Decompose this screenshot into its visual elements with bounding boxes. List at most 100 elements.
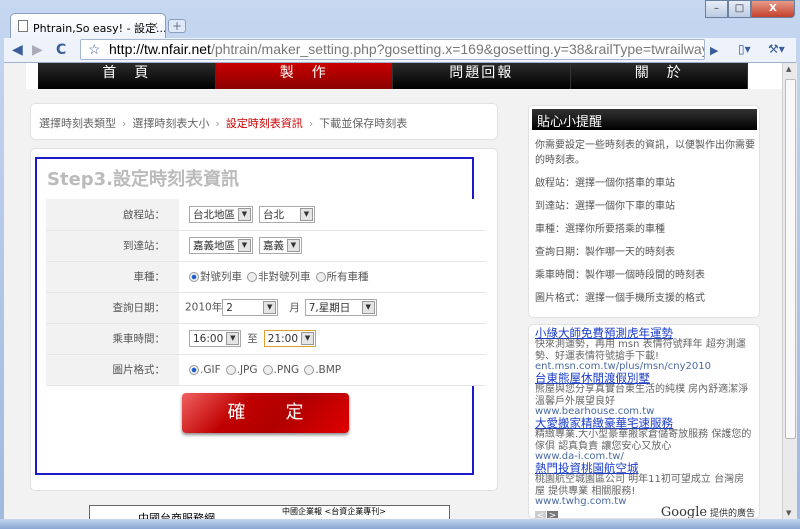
chevron-right-icon: › (308, 117, 314, 130)
ad-desc: 桃園航空城園區公司 明年11初可望成立 台灣房屋 提供專業 相關服務! (535, 474, 745, 497)
format-bmp[interactable]: .BMP (304, 364, 341, 376)
depart-label: 啟程站： (46, 199, 179, 231)
back-icon[interactable]: ◀ (12, 42, 23, 58)
new-tab-button[interactable]: + (168, 19, 186, 33)
breadcrumb-step1[interactable]: 選擇時刻表類型 (39, 117, 116, 130)
month-select[interactable]: 2 ▼ (222, 299, 279, 316)
wrench-icon[interactable]: ⚒▾ (768, 42, 785, 56)
reload-icon[interactable]: C (56, 42, 66, 58)
tip-line: 你需要設定一些時刻表的資訊，以便製作出你需要的時刻表。 (535, 140, 755, 166)
url-host: http://tw.nfair.net (109, 41, 211, 57)
tip-line: 啟程站：選擇一個你搭車的車站 (535, 178, 675, 189)
dropdown-arrow-icon: ▼ (301, 332, 315, 345)
tip-line: 到達站：選擇一個你下車的車站 (535, 201, 675, 212)
ad-link[interactable]: 熱門投資桃園航空城 (535, 462, 753, 474)
time-from-select[interactable]: 16:00 ▼ (189, 330, 242, 347)
dropdown-arrow-icon: ▼ (287, 239, 300, 252)
google-logo: Google (660, 505, 708, 519)
scroll-down-icon[interactable]: ▼ (786, 509, 791, 517)
radio-icon (225, 364, 236, 375)
breadcrumb-step2[interactable]: 選擇時刻表大小 (132, 117, 209, 130)
ad-item: 小綠大師免費預測虎年運勢 快來測運勢，再用 msn 表情符號拜年 超夯測運勢、好運… (535, 327, 753, 372)
time-to-select[interactable]: 21:00 ▼ (263, 330, 317, 347)
settings-table: 啟程站： 台北地區 ▼ 台北 ▼ 到達站： 嘉義地區 ▼ 嘉義 ▼ 車種： 對號列車 非對號列… (46, 199, 486, 386)
nav-make[interactable]: 製 作 (215, 63, 393, 89)
go-arrow-icon[interactable]: ▶ (710, 44, 718, 57)
arrive-label: 到達站： (46, 230, 179, 262)
depart-region-select[interactable]: 台北地區 ▼ (189, 205, 253, 223)
format-jpg[interactable]: .JPG (225, 364, 258, 376)
next-icon[interactable]: > (547, 511, 558, 518)
row-arrive: 到達站： 嘉義地區 ▼ 嘉義 ▼ (46, 230, 486, 262)
tip-line: 車種：選擇你所要搭乘的車種 (535, 224, 665, 235)
format-label: 圖片格式： (46, 354, 179, 386)
train-option-reserved[interactable]: 對號列車 (189, 271, 242, 283)
day-select[interactable]: 7,星期日 ▼ (304, 299, 377, 316)
vertical-scrollbar[interactable]: ▲ ▼ (782, 63, 797, 519)
radio-icon (247, 272, 257, 282)
arrive-station-select[interactable]: 嘉義 ▼ (259, 237, 302, 254)
tab-close-icon[interactable]: × (150, 19, 159, 32)
browser-tab[interactable]: Phtrain,So easy! - 設定... × (10, 13, 166, 39)
tip-line: 圖片格式：選擇一個手機所支援的格式 (535, 293, 705, 304)
page-menu-icon[interactable]: ▯▾ (738, 42, 751, 56)
tips-title: 貼心小提醒 (532, 109, 757, 130)
dropdown-arrow-icon: ▼ (238, 207, 251, 221)
row-format: 圖片格式： .GIF .JPG .PNG .BMP (46, 354, 486, 386)
ad-item: 熱門投資桃園航空城 桃園航空城園區公司 明年11初可望成立 台灣房屋 提供專業 相… (535, 462, 753, 507)
ad-link[interactable]: 大愛搬家精緻豪華宅速服務 (535, 417, 753, 429)
scrollbar-thumb[interactable] (785, 79, 796, 439)
dropdown-arrow-icon: ▼ (361, 301, 375, 314)
chevron-right-icon: › (215, 117, 220, 130)
address-bar[interactable]: ☆ http://tw.nfair.net/phtrain/maker_sett… (80, 39, 705, 60)
nav-report[interactable]: 問題回報 (393, 63, 571, 89)
train-option-nonreserved[interactable]: 非對號列車 (247, 271, 311, 283)
radio-icon (304, 364, 315, 375)
radio-checked-icon (189, 272, 199, 282)
ad-desc: 精緻專業.大小型豪華搬家倉儲寄放服務 保護您的傢俱 認真負責 讓您安心又放心 (535, 429, 752, 452)
date-label: 查詢日期： (46, 292, 179, 324)
page-content: 首 頁 製 作 問題回報 關 於 選擇時刻表類型 › 選擇時刻表大小 › 設定時刻表資訊… (4, 63, 782, 519)
banner-right-text: 中國企業報 <台資企業專刊> (282, 507, 386, 516)
ad-pager: < > (535, 508, 559, 518)
tip-line: 查詢日期：製作哪一天的時刻表 (535, 247, 675, 258)
time-to-label: 至 (247, 332, 258, 345)
prev-icon[interactable]: < (535, 511, 546, 518)
row-train-type: 車種： 對號列車 非對號列車 所有車種 (46, 261, 486, 293)
breadcrumb-step3-current: 設定時刻表資訊 (225, 117, 303, 130)
row-time: 乘車時間： 16:00 ▼ 至 21:00 ▼ (46, 323, 486, 355)
radio-icon (315, 272, 326, 282)
ad-link[interactable]: 台東熊屋休閒渡假別墅 (535, 372, 753, 384)
forward-icon[interactable]: ▶ (32, 42, 43, 58)
ad-desc: 快來測運勢，再用 msn 表情符號拜年 超夯測運勢、好運表情符號搶手下載! (535, 339, 746, 362)
row-date: 查詢日期： 2010年 2 ▼ 月 7,星期日 ▼ (46, 292, 486, 324)
time-label: 乘車時間： (46, 323, 179, 355)
step-title: Step3.設定時刻表資訊 (47, 169, 240, 190)
google-ads-label[interactable]: Google 提供的廣告 (660, 505, 755, 519)
train-type-label: 車種： (46, 261, 179, 293)
chevron-right-icon: › (122, 117, 127, 130)
dropdown-arrow-icon: ▼ (238, 239, 251, 252)
window-bottom-border (0, 519, 800, 529)
format-png[interactable]: .PNG (262, 364, 299, 376)
nav-home[interactable]: 首 頁 (38, 63, 216, 89)
dropdown-arrow-icon: ▼ (300, 207, 313, 221)
depart-station-select[interactable]: 台北 ▼ (259, 205, 315, 223)
close-window-button[interactable]: X (751, 0, 795, 18)
confirm-button[interactable]: 確定 (182, 393, 349, 433)
ad-link[interactable]: 小綠大師免費預測虎年運勢 (535, 327, 753, 339)
radio-icon (262, 364, 273, 375)
scroll-up-icon[interactable]: ▲ (786, 65, 791, 73)
page-icon (18, 20, 28, 32)
minimize-button[interactable]: – (705, 0, 728, 18)
tips-panel: 貼心小提醒 你需要設定一些時刻表的資訊，以便製作出你需要的時刻表。 啟程站：選擇… (528, 105, 760, 318)
format-gif[interactable]: .GIF (189, 364, 221, 376)
ad-desc: 熊屋與您分享真實台東生活的純樸 房內舒適潔淨溫馨戶外展望良好 (535, 384, 749, 407)
bottom-banner[interactable]: 中國台商服務網 中國企業報 <台資企業專刊> (89, 505, 450, 519)
maximize-button[interactable]: □ (728, 0, 751, 18)
nav-about[interactable]: 關 於 (571, 63, 748, 89)
arrive-region-select[interactable]: 嘉義地區 ▼ (189, 237, 253, 254)
train-option-all[interactable]: 所有車種 (315, 271, 369, 283)
radio-checked-icon (189, 364, 199, 375)
star-icon[interactable]: ☆ (88, 40, 101, 59)
